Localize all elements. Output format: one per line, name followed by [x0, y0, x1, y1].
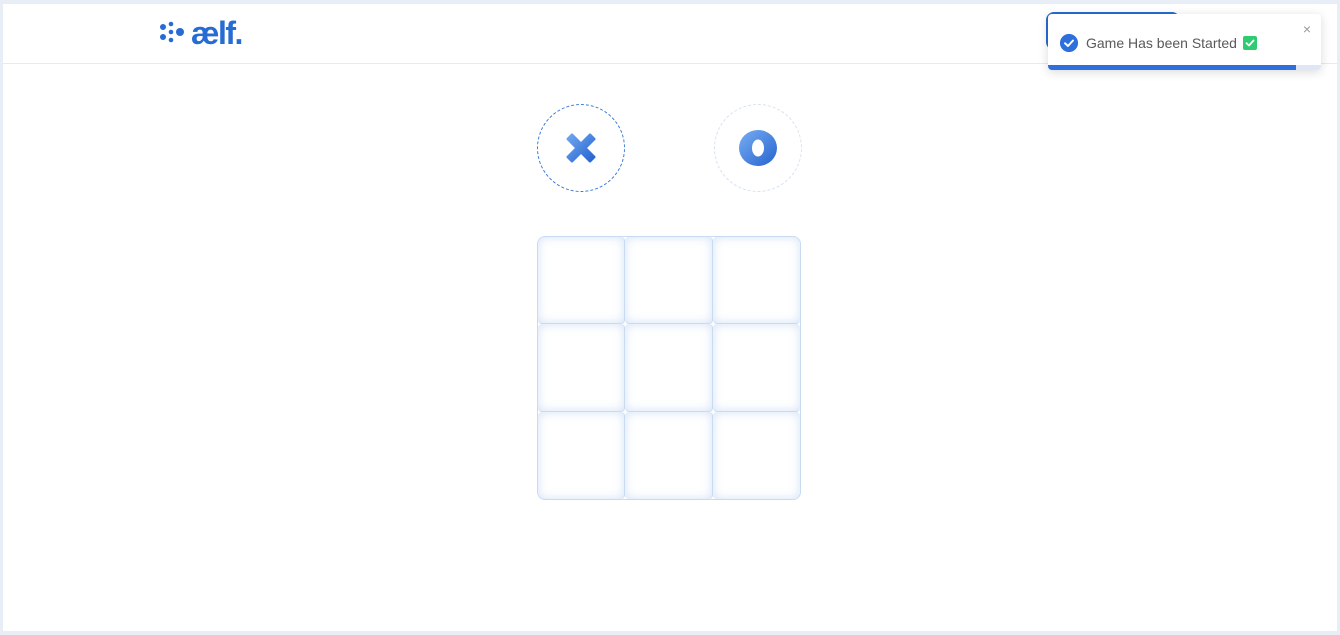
checkbox-emoji-icon — [1242, 36, 1257, 50]
toast-progress-bar — [1048, 65, 1297, 70]
o-mark-icon — [739, 130, 777, 166]
board-cell[interactable] — [538, 324, 626, 412]
board-cell[interactable] — [625, 237, 713, 325]
player-o-badge[interactable] — [714, 104, 802, 192]
board-cell[interactable] — [625, 411, 713, 499]
close-icon[interactable]: × — [1303, 22, 1311, 36]
app-frame: ælf. — [3, 4, 1337, 631]
player-selector — [537, 104, 803, 194]
board-cell[interactable] — [625, 324, 713, 412]
toast-progress-track — [1048, 65, 1321, 70]
aelf-dots-icon — [160, 21, 184, 43]
board-cell[interactable] — [712, 324, 800, 412]
toast-notification: Game Has been Started × — [1048, 14, 1321, 70]
logo-text: ælf. — [191, 15, 243, 51]
toast-message-text: Game Has been Started — [1086, 35, 1237, 51]
logo[interactable]: ælf. — [157, 15, 243, 51]
board-cell[interactable] — [538, 411, 626, 499]
board-cell[interactable] — [538, 237, 626, 325]
board-cell[interactable] — [712, 237, 800, 325]
game-board — [537, 236, 801, 500]
board-cell[interactable] — [712, 411, 800, 499]
x-mark-icon — [566, 133, 596, 163]
toast-message: Game Has been Started — [1086, 35, 1257, 51]
player-x-badge[interactable] — [537, 104, 625, 192]
check-circle-icon — [1060, 34, 1078, 52]
